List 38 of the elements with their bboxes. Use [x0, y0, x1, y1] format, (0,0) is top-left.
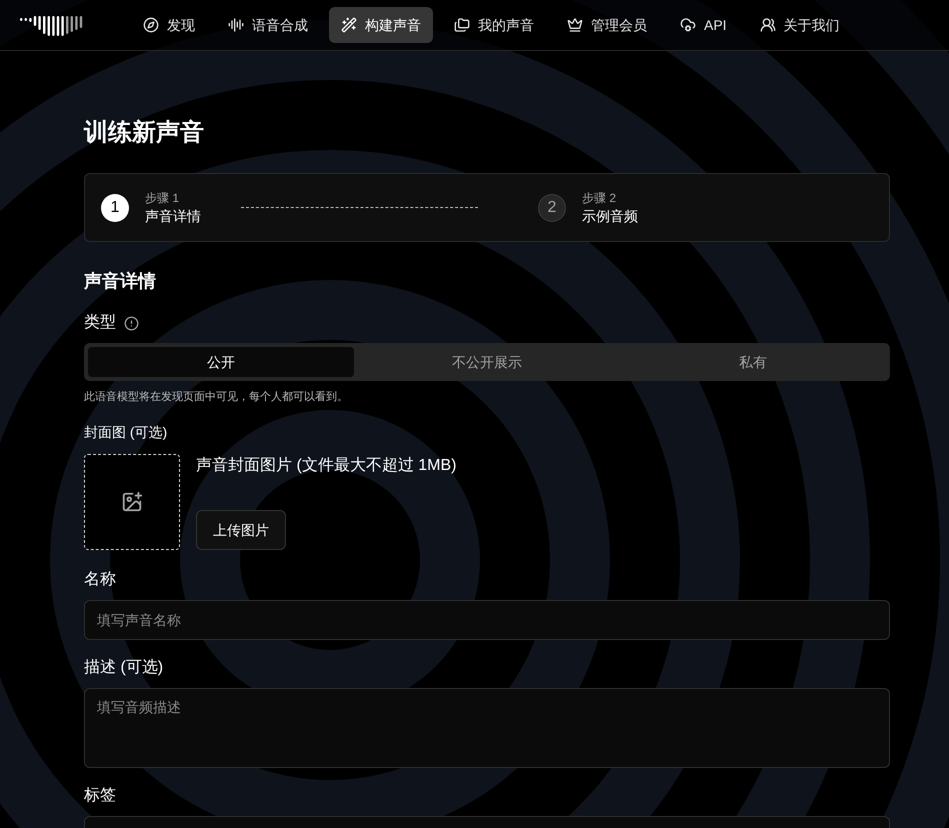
- nav-tab[interactable]: 构建声音: [329, 7, 433, 43]
- crown-icon: [567, 17, 583, 33]
- compass-icon: [143, 17, 159, 33]
- step-number: 1: [101, 194, 129, 222]
- cloud-icon: [680, 17, 696, 33]
- step-label: 步骤 2: [582, 190, 618, 206]
- nav-tab[interactable]: 发现: [131, 7, 207, 43]
- nav-tab[interactable]: 管理会员: [555, 7, 659, 43]
- text-field[interactable]: 填写声音名称: [84, 600, 890, 640]
- image-add-icon: [121, 491, 143, 513]
- visibility-option[interactable]: 不公开展示: [354, 347, 620, 377]
- step-title: 声音详情: [145, 206, 201, 226]
- nav-tab[interactable]: API: [668, 7, 739, 43]
- sound-wave-icon: [228, 17, 244, 33]
- cover-caption: 声音封面图片 (文件最大不超过 1MB): [196, 456, 456, 476]
- step-number: 2: [538, 194, 566, 222]
- magic-wand-icon: [341, 17, 357, 33]
- field-label: 描述 (可选): [84, 658, 164, 678]
- visibility-hint: 此语音模型将在发现页面中可见，每个人都可以看到。: [84, 390, 349, 405]
- nav-tab[interactable]: 关于我们: [748, 7, 852, 43]
- step-label: 步骤 1: [145, 190, 180, 206]
- visibility-option[interactable]: 私有: [620, 347, 886, 377]
- image-upload-area[interactable]: [84, 454, 180, 550]
- folders-icon: [454, 17, 470, 33]
- info-icon[interactable]: [124, 316, 139, 330]
- upload-image-button[interactable]: 上传图片: [196, 510, 286, 550]
- step-title: 示例音频: [582, 206, 638, 226]
- field-label: 封面图 (可选): [84, 423, 168, 442]
- section-title: 声音详情: [84, 270, 157, 293]
- visibility-option[interactable]: 公开: [88, 347, 354, 377]
- description-field[interactable]: 填写音频描述: [84, 688, 890, 768]
- field-label: 类型: [84, 312, 116, 333]
- page-title: 训练新声音: [84, 118, 205, 148]
- users-icon: [760, 17, 776, 33]
- field-label: 名称: [84, 570, 117, 590]
- field-label: 标签: [84, 786, 117, 806]
- nav-tab[interactable]: 语音合成: [216, 7, 320, 43]
- nav-tab[interactable]: 我的声音: [442, 7, 546, 43]
